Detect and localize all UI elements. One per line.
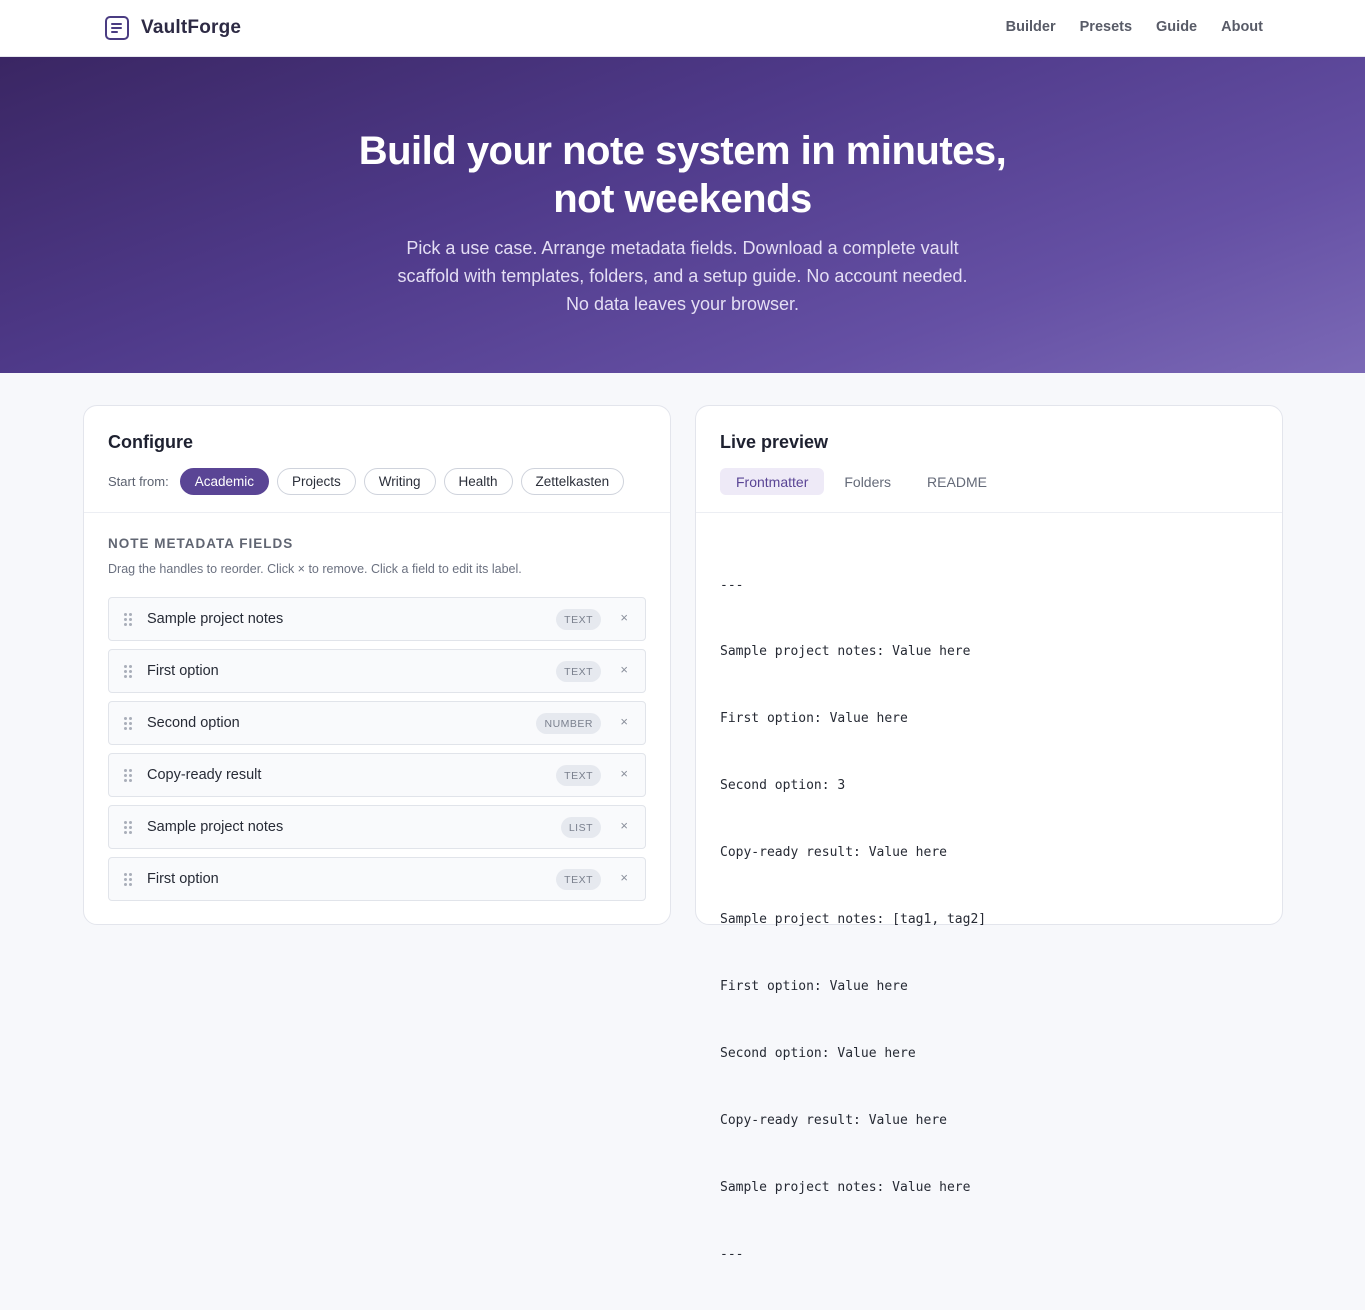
drag-handle-icon[interactable]	[124, 717, 134, 730]
field-row[interactable]: Copy-ready result TEXT ×	[108, 753, 646, 797]
hero-banner: Build your note system in minutes, not w…	[0, 57, 1365, 373]
nav-builder[interactable]: Builder	[1006, 19, 1056, 35]
field-label[interactable]: Second option	[147, 715, 240, 731]
code-line: ---	[720, 577, 744, 593]
preset-selector: Start from: Academic Projects Writing He…	[108, 468, 625, 495]
field-label[interactable]: First option	[147, 663, 219, 679]
nav-guide[interactable]: Guide	[1156, 19, 1197, 35]
preset-projects[interactable]: Projects	[276, 468, 356, 495]
remove-field-icon[interactable]: ×	[620, 818, 628, 833]
field-row[interactable]: Sample project notes LIST ×	[108, 805, 646, 849]
field-list: Sample project notes TEXT × First option…	[108, 597, 646, 909]
configure-header: Configure Start from: Academic Projects …	[84, 406, 670, 513]
hero-title: Build your note system in minutes, not w…	[0, 127, 1365, 223]
field-label[interactable]: Sample project notes	[147, 611, 283, 627]
top-bar: VaultForge Builder Presets Guide About	[0, 0, 1365, 57]
preview-panel: Live preview Frontmatter Folders README …	[695, 405, 1283, 1262]
remove-field-icon[interactable]: ×	[620, 714, 628, 729]
code-line: Second option: 3	[720, 778, 846, 794]
preview-header: Live preview Frontmatter Folders README	[696, 406, 1282, 513]
field-row[interactable]: Sample project notes TEXT ×	[108, 597, 646, 641]
drag-handle-icon[interactable]	[124, 873, 134, 886]
preset-writing[interactable]: Writing	[363, 468, 436, 495]
preset-health[interactable]: Health	[443, 468, 513, 495]
field-type-badge: TEXT	[556, 661, 601, 682]
code-line: Copy-ready result: Value here	[720, 1112, 947, 1128]
tab-readme[interactable]: README	[911, 468, 1003, 495]
field-row[interactable]: First option TEXT ×	[108, 649, 646, 693]
nav-about[interactable]: About	[1221, 19, 1263, 35]
remove-field-icon[interactable]: ×	[620, 610, 628, 625]
field-label[interactable]: Sample project notes	[147, 819, 283, 835]
remove-field-icon[interactable]: ×	[620, 662, 628, 677]
hero-subtitle: Pick a use case. Arrange metadata fields…	[397, 238, 968, 314]
configure-title: Configure	[108, 432, 193, 452]
section-title: NOTE METADATA FIELDS	[108, 536, 294, 551]
code-line: First option: Value here	[720, 978, 908, 994]
notebook-icon	[105, 16, 129, 40]
preset-zettelkasten[interactable]: Zettelkasten	[520, 468, 625, 495]
brand[interactable]: VaultForge	[105, 16, 241, 40]
field-type-badge: TEXT	[556, 765, 601, 786]
drag-handle-icon[interactable]	[124, 613, 134, 626]
metadata-section: NOTE METADATA FIELDS Drag the handles to…	[108, 536, 648, 576]
frontmatter-code: --- Sample project notes: Value here Fir…	[720, 530, 986, 1310]
code-line: Copy-ready result: Value here	[720, 845, 947, 861]
remove-field-icon[interactable]: ×	[620, 870, 628, 885]
brand-name: VaultForge	[141, 17, 242, 38]
configure-panel: Configure Start from: Academic Projects …	[83, 405, 671, 925]
main-nav: Builder Presets Guide About	[1006, 19, 1263, 35]
tab-frontmatter[interactable]: Frontmatter	[720, 468, 825, 495]
field-row[interactable]: First option TEXT ×	[108, 857, 646, 901]
code-line: Sample project notes: Value here	[720, 1179, 971, 1195]
code-line: First option: Value here	[720, 711, 908, 727]
drag-handle-icon[interactable]	[124, 769, 134, 782]
drag-handle-icon[interactable]	[124, 665, 134, 678]
code-line: ---	[720, 1246, 744, 1262]
nav-presets[interactable]: Presets	[1080, 19, 1132, 35]
start-from-label: Start from:	[108, 474, 169, 489]
field-type-badge: NUMBER	[536, 713, 601, 734]
field-row[interactable]: Second option NUMBER ×	[108, 701, 646, 745]
code-line: Second option: Value here	[720, 1045, 916, 1061]
code-line: Sample project notes: [tag1, tag2]	[720, 912, 987, 928]
section-description: Drag the handles to reorder. Click × to …	[108, 562, 522, 576]
field-type-badge: LIST	[560, 817, 601, 838]
field-type-badge: TEXT	[556, 609, 601, 630]
tab-folders[interactable]: Folders	[828, 468, 907, 495]
remove-field-icon[interactable]: ×	[620, 766, 628, 781]
field-label[interactable]: First option	[147, 871, 219, 887]
field-label[interactable]: Copy-ready result	[147, 767, 261, 783]
drag-handle-icon[interactable]	[124, 821, 134, 834]
preview-title: Live preview	[720, 432, 829, 452]
hero-title-line-2: not weekends	[553, 177, 812, 221]
code-line: Sample project notes: Value here	[720, 644, 971, 660]
field-type-badge: TEXT	[556, 869, 601, 890]
hero-title-line-1: Build your note system in minutes,	[358, 129, 1007, 173]
preview-tabs: Frontmatter Folders README	[720, 468, 1003, 495]
preset-academic[interactable]: Academic	[179, 468, 269, 495]
